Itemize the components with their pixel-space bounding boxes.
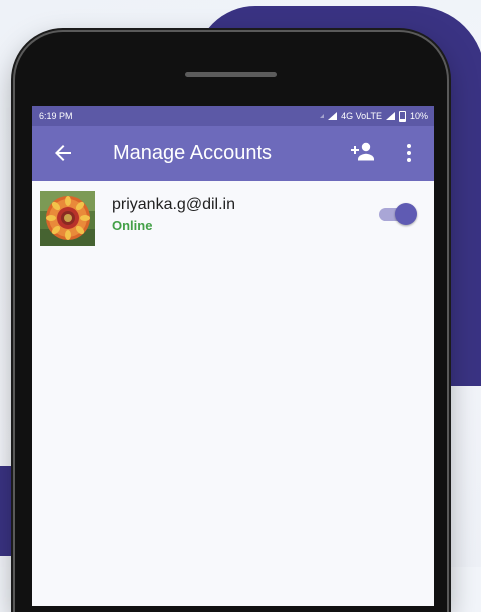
avatar [40,191,95,246]
status-time: 6:19 PM [39,111,73,121]
battery-level: 10% [409,111,428,121]
phone-frame: 6:19 PM 4G VoLTE 10% Manage Accounts pri… [15,32,447,612]
toggle-thumb [395,203,417,225]
flower-avatar-icon [40,191,95,246]
wifi-signal-icon [320,114,325,118]
cell-signal-icon-2 [385,112,395,120]
account-email: priyanka.g@dil.in [112,196,235,213]
cell-signal-icon [328,112,338,120]
arrow-left-icon[interactable] [51,141,75,165]
account-row[interactable]: priyanka.g@dil.in Online [32,181,434,251]
app-bar: Manage Accounts [32,126,434,181]
network-label: 4G VoLTE [341,111,382,121]
more-vert-icon[interactable] [397,141,421,165]
account-toggle[interactable] [377,203,417,225]
status-bar: 6:19 PM 4G VoLTE 10% [32,106,434,126]
status-icons: 4G VoLTE 10% [320,110,428,122]
phone-speaker [185,72,277,77]
add-user-icon[interactable] [349,140,377,164]
account-status: Online [112,218,153,233]
battery-icon [398,110,406,122]
phone-screen: 6:19 PM 4G VoLTE 10% Manage Accounts pri… [32,106,434,606]
page-title: Manage Accounts [113,142,272,164]
